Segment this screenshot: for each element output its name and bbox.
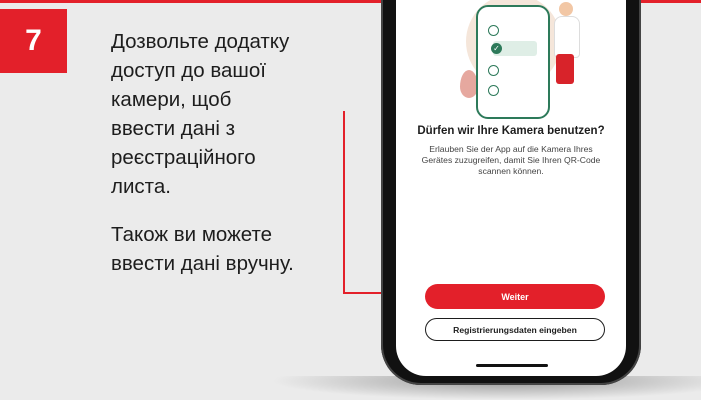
- check-icon: ✓: [491, 43, 502, 54]
- description-line: Gerätes zuzugreifen, damit Sie Ihren QR-…: [421, 155, 601, 165]
- instruction-text: Дозвольте додатку доступ до вашої камери…: [111, 27, 351, 278]
- camera-permission-title: Dürfen wir Ihre Kamera benutzen?: [417, 125, 605, 137]
- instruction-line: листа.: [111, 175, 171, 198]
- home-indicator: [476, 364, 548, 367]
- illustration-dot-icon: [488, 85, 499, 96]
- person-legs-illustration: [556, 54, 574, 84]
- instruction-line: реєстраційного: [111, 146, 256, 169]
- instruction-line: ввести дані вручну.: [111, 252, 294, 275]
- illustration-dot-icon: [488, 65, 499, 76]
- instruction-line: камери, щоб: [111, 88, 232, 111]
- illustration-phone-icon: [476, 5, 550, 119]
- illustration-dot-icon: [488, 25, 499, 36]
- instruction-line: Дозвольте додатку: [111, 30, 290, 53]
- person-body-illustration: [554, 16, 580, 58]
- step-number-badge: 7: [0, 9, 67, 73]
- instruction-paragraph-1: Дозвольте додатку доступ до вашої камери…: [111, 27, 351, 201]
- description-line: Erlauben Sie der App auf die Kamera Ihre…: [429, 144, 593, 154]
- description-line: scannen können.: [478, 166, 544, 176]
- enter-registration-data-button[interactable]: Registrierungsdaten eingeben: [425, 318, 605, 341]
- instruction-line: ввести дані з: [111, 117, 236, 140]
- continue-button[interactable]: Weiter: [425, 284, 605, 309]
- camera-permission-description: Erlauben Sie der App auf die Kamera Ihre…: [418, 144, 604, 177]
- person-illustration-icon: [559, 2, 573, 16]
- phone-screen: ✓ Dürfen wir Ihre Kamera benutzen? Erlau…: [396, 0, 626, 376]
- instruction-paragraph-2: Також ви можете ввести дані вручну.: [111, 220, 351, 278]
- arrow-pointer-icon: [343, 111, 345, 294]
- instruction-line: Також ви можете: [111, 223, 273, 246]
- instruction-line: доступ до вашої: [111, 59, 266, 82]
